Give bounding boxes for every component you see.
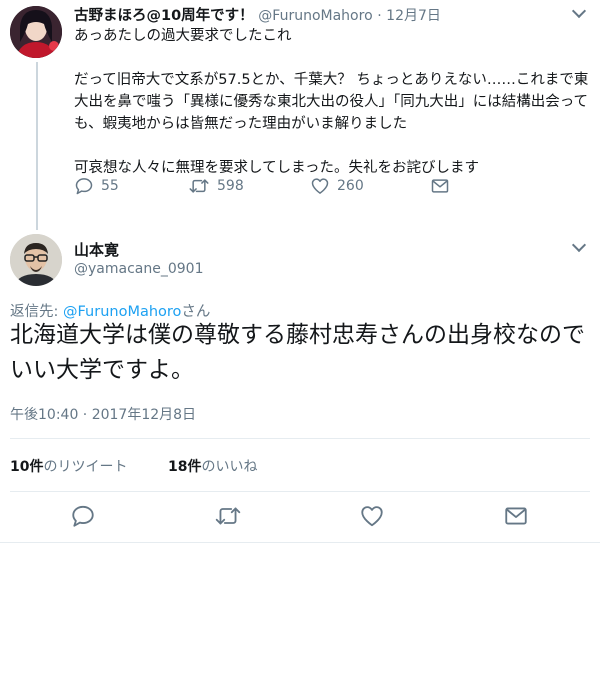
- like-button[interactable]: 260: [310, 176, 364, 196]
- dm-icon: [505, 507, 527, 525]
- like-icon: [311, 178, 329, 194]
- like-icon: [361, 506, 383, 527]
- dm-button[interactable]: [430, 176, 450, 196]
- divider: [10, 438, 590, 439]
- tweet-timestamp[interactable]: 午後10:40 · 2017年12月8日: [10, 404, 196, 424]
- display-name[interactable]: 山本寛: [74, 239, 119, 260]
- retweet-button[interactable]: 598: [188, 176, 244, 196]
- chevron-down-icon[interactable]: [571, 3, 587, 19]
- display-name[interactable]: 古野まほろ@10周年です！: [74, 8, 254, 24]
- retweet-stat-label: のリツイート: [43, 459, 128, 475]
- divider: [10, 491, 590, 492]
- tweet-text: 北海道大学は僕の尊敬する藤村忠寿さんの出身校なのでいい大学ですよ。: [10, 322, 585, 383]
- reply-icon: [72, 505, 94, 527]
- tweet-text: あっあたしの過大要求でしたこれ だって旧帝大で文系が57.5とか、千葉大？ ちょ…: [74, 25, 594, 179]
- chevron-down-icon[interactable]: [571, 237, 587, 253]
- tweet-paragraph: だって旧帝大で文系が57.5とか、千葉大？ ちょっとありえない……これまで東大出…: [74, 72, 589, 132]
- dm-button[interactable]: [503, 503, 529, 533]
- tweet-header: 古野まほろ@10周年です！ @FurunoMahoro · 12月7日: [74, 4, 441, 25]
- reply-icon: [75, 178, 93, 195]
- retweet-icon: [189, 179, 209, 193]
- retweet-button[interactable]: [214, 503, 242, 533]
- separator: ·: [377, 8, 387, 24]
- handle[interactable]: @FurunoMahoro: [258, 8, 372, 24]
- thread-line: [36, 62, 38, 230]
- dm-icon: [431, 179, 449, 193]
- like-stat-label: のいいね: [201, 459, 258, 475]
- retweet-stats[interactable]: 10件のリツイート: [10, 456, 127, 476]
- divider: [0, 542, 600, 543]
- like-button[interactable]: [359, 503, 385, 533]
- reply-count: 55: [101, 178, 119, 194]
- avatar[interactable]: [10, 234, 62, 286]
- avatar[interactable]: [10, 6, 62, 58]
- like-stat-count: 18件: [168, 459, 202, 475]
- tweet-date[interactable]: 12月7日: [386, 8, 441, 24]
- handle[interactable]: @yamacane_0901: [74, 261, 203, 277]
- retweet-count: 598: [217, 178, 244, 194]
- reply-button[interactable]: 55: [74, 176, 119, 196]
- reply-button[interactable]: [70, 503, 96, 533]
- like-count: 260: [337, 178, 364, 194]
- tweet-actions: 55 598 260: [74, 176, 494, 198]
- retweet-icon: [215, 507, 241, 525]
- retweet-stat-count: 10件: [10, 459, 44, 475]
- like-stats[interactable]: 18件のいいね: [168, 456, 257, 476]
- tweet-paragraph: あっあたしの過大要求でしたこれ: [74, 28, 292, 44]
